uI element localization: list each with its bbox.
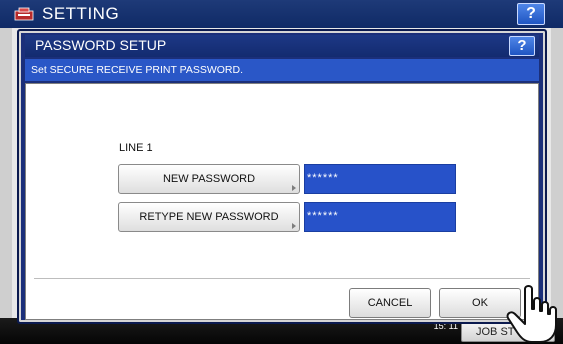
dialog-body: LINE 1 NEW PASSWORD ****** RETYPE NEW PA… (25, 83, 539, 320)
password-setup-dialog: PASSWORD SETUP ? Set SECURE RECEIVE PRIN… (17, 29, 547, 324)
dialog-title: PASSWORD SETUP (35, 37, 167, 53)
hand-pointer-icon (506, 285, 557, 343)
app-help-button[interactable]: ? (517, 3, 545, 25)
arrow-right-icon (292, 185, 296, 191)
retype-new-password-button-label: RETYPE NEW PASSWORD (139, 211, 279, 223)
dialog-help-button[interactable]: ? (509, 36, 535, 56)
dialog-titlebar: PASSWORD SETUP ? (25, 35, 539, 57)
new-password-button-label: NEW PASSWORD (162, 173, 256, 185)
dialog-message: Set SECURE RECEIVE PRINT PASSWORD. (31, 64, 243, 76)
new-password-button[interactable]: NEW PASSWORD (118, 164, 300, 194)
new-password-field[interactable]: ****** (304, 164, 456, 194)
app-header: SETTING ? (0, 0, 563, 28)
dialog-message-bar: Set SECURE RECEIVE PRINT PASSWORD. (25, 59, 539, 81)
retype-new-password-button[interactable]: RETYPE NEW PASSWORD (118, 202, 300, 232)
dialog-divider (34, 278, 530, 279)
setting-app-icon (14, 7, 34, 21)
cancel-button[interactable]: CANCEL (349, 288, 431, 318)
line-label: LINE 1 (119, 142, 153, 154)
retype-new-password-field[interactable]: ****** (304, 202, 456, 232)
app-title: SETTING (42, 4, 120, 23)
app-right-edge (551, 28, 563, 318)
arrow-right-icon (292, 223, 296, 229)
app-left-edge (0, 28, 12, 318)
